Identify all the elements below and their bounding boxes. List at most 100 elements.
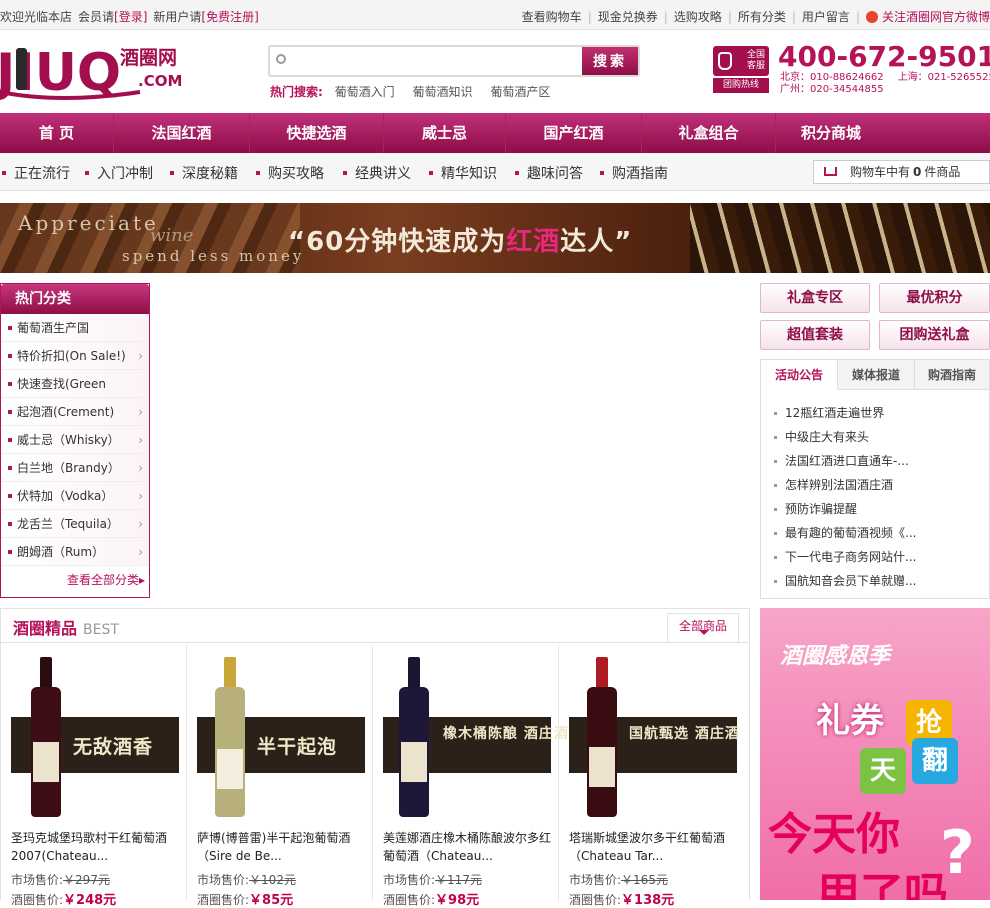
hot-search-item[interactable]: 葡萄酒产区: [490, 85, 550, 99]
banner-en-2: wine: [150, 225, 194, 246]
subnav-item[interactable]: 经典讲义: [343, 163, 411, 183]
ad-gift-text: 礼券: [816, 701, 884, 741]
promo-banner[interactable]: Appreciate wine spend less money “60分钟快速…: [0, 203, 990, 273]
chevron-right-icon: ›: [138, 461, 143, 475]
search-button[interactable]: 搜索: [582, 47, 638, 75]
top-bar-links: 查看购物车 | 现金兑换券 | 选购攻略 | 所有分类 | 用户留言 | 关注酒圈网官方微博: [521, 10, 990, 24]
category-item[interactable]: 白兰地（Brandy） ›: [1, 454, 149, 482]
category-item[interactable]: 伏特加（Vodka） ›: [1, 482, 149, 510]
product-card[interactable]: 橡木桶陈酿 酒庄酒 美莲娜酒庄橡木桶陈酿波尔多红葡萄酒（Chateau... 市…: [373, 645, 568, 908]
product-tag: 无敌酒香: [73, 736, 154, 758]
gift-zone-button[interactable]: 礼盒专区: [760, 283, 870, 313]
hot-search-item[interactable]: 葡萄酒知识: [412, 85, 472, 99]
nav-points-mall[interactable]: 积分商城: [776, 113, 886, 153]
shanghai-phone: 上海：021-52655251: [897, 72, 990, 83]
news-item[interactable]: 12瓶红酒走遍世界: [771, 401, 981, 425]
nav-home[interactable]: 首 页: [0, 113, 114, 153]
subnav-item[interactable]: 正在流行: [2, 163, 70, 183]
nav-french-wine[interactable]: 法国红酒: [114, 113, 250, 153]
product-card[interactable]: 半干起泡 萨博(博普雷)半干起泡葡萄酒（Sire de Be... 市场售价:￥…: [187, 645, 373, 908]
news-item[interactable]: 下一代电子商务网站什...: [771, 545, 981, 569]
category-item[interactable]: 特价折扣(On Sale!) ›: [1, 342, 149, 370]
our-price: 酒圈售价:￥98元: [383, 893, 480, 908]
product-card[interactable]: 国航甄选 酒庄酒 塔瑞斯城堡波尔多干红葡萄酒（Chateau Tar... 市场…: [559, 645, 745, 908]
category-item[interactable]: 葡萄酒生产国: [1, 314, 149, 342]
login-link[interactable]: [登录]: [114, 10, 147, 24]
our-price: 酒圈售价:￥248元: [11, 893, 117, 908]
category-item[interactable]: 威士忌（Whisky） ›: [1, 426, 149, 454]
top-link-guide[interactable]: 选购攻略: [674, 10, 722, 24]
nav-quick-select[interactable]: 快捷选酒: [250, 113, 384, 153]
logo-bottle-icon: [16, 48, 27, 90]
search-input[interactable]: [292, 50, 577, 72]
product-name[interactable]: 萨博(博普雷)半干起泡葡萄酒（Sire de Be...: [197, 829, 367, 865]
hot-categories: 热门分类 葡萄酒生产国 特价折扣(On Sale!) › 快速查找(Green 起…: [0, 283, 150, 598]
hot-search-label: 热门搜索:: [270, 85, 323, 99]
category-item[interactable]: 朗姆酒（Rum） ›: [1, 538, 149, 566]
register-link[interactable]: [免费注册]: [201, 10, 258, 24]
category-item[interactable]: 龙舌兰（Tequila） ›: [1, 510, 149, 538]
chevron-right-icon: ›: [138, 405, 143, 419]
city-phones: 北京：010-88624662 上海：021-52655251 广州：020-34…: [780, 72, 990, 96]
product-tag: 国航甄选 酒庄酒: [629, 726, 740, 742]
product-image[interactable]: 无敌酒香: [11, 657, 179, 817]
top-link-cart[interactable]: 查看购物车: [522, 10, 582, 24]
product-image[interactable]: 半干起泡: [197, 657, 365, 817]
member-prefix: 会员请: [78, 10, 115, 24]
news-item[interactable]: 怎样辨别法国酒庄酒: [771, 473, 981, 497]
view-all-categories-link[interactable]: 查看全部分类▸: [67, 571, 145, 588]
chevron-right-icon: ›: [138, 349, 143, 363]
search-icon: [276, 54, 286, 64]
subnav-item[interactable]: 趣味问答: [515, 163, 583, 183]
product-name[interactable]: 圣玛克城堡玛歌村干红葡萄酒2007(Chateau...: [11, 829, 181, 865]
market-price: 市场售价:￥117元: [383, 873, 482, 887]
promo-ad[interactable]: 酒圈感恩季 礼券 抢 天 翻 今天你 用了吗 ?: [760, 608, 990, 900]
ad-headline: 酒圈感恩季: [780, 644, 891, 669]
news-item[interactable]: 法国红酒进口直通车-...: [771, 449, 981, 473]
hot-search-item[interactable]: 葡萄酒入门: [335, 85, 395, 99]
weibo-icon: [865, 11, 878, 23]
news-list: 12瓶红酒走遍世界 中级庄大有来头 法国红酒进口直通车-... 怎样辨别法国酒庄…: [771, 401, 981, 593]
cart-icon: [824, 167, 837, 176]
product-image[interactable]: 橡木桶陈酿 酒庄酒: [383, 657, 568, 817]
top-link-message[interactable]: 用户留言: [802, 10, 850, 24]
tab-buying-guide[interactable]: 购酒指南: [915, 360, 989, 390]
news-item[interactable]: 国航知音会员下单就赠...: [771, 569, 981, 593]
product-name[interactable]: 美莲娜酒庄橡木桶陈酿波尔多红葡萄酒（Chateau...: [383, 829, 553, 865]
best-points-button[interactable]: 最优积分: [879, 283, 990, 313]
subnav-item[interactable]: 购酒指南: [600, 163, 668, 183]
product-image[interactable]: 国航甄选 酒庄酒: [569, 657, 740, 817]
ad-question-mark: ?: [940, 818, 975, 888]
nav-whisky[interactable]: 威士忌: [384, 113, 506, 153]
subnav-item[interactable]: 深度秘籍: [170, 163, 238, 183]
chevron-right-icon: ›: [138, 489, 143, 503]
value-package-button[interactable]: 超值套装: [760, 320, 870, 350]
product-card[interactable]: 无敌酒香 圣玛克城堡玛歌村干红葡萄酒2007(Chateau... 市场售价:￥…: [1, 645, 187, 908]
top-bar: 欢迎光临本店 会员请[登录] 新用户请[免费注册] 查看购物车 | 现金兑换券 | 选购攻略…: [0, 0, 990, 30]
category-item[interactable]: 起泡酒(Crement) ›: [1, 398, 149, 426]
cart-summary[interactable]: 购物车中有 0 件商品: [813, 160, 990, 184]
tab-media[interactable]: 媒体报道: [838, 360, 915, 390]
site-logo[interactable]: JIUQ 酒圈网 .COM: [0, 40, 185, 103]
subnav-item[interactable]: 购买攻略: [256, 163, 324, 183]
nav-domestic-wine[interactable]: 国产红酒: [506, 113, 642, 153]
category-item[interactable]: 快速查找(Green: [1, 370, 149, 398]
top-link-voucher[interactable]: 现金兑换券: [598, 10, 658, 24]
nav-gift-box[interactable]: 礼盒组合: [642, 113, 776, 153]
group-gift-button[interactable]: 团购送礼盒: [879, 320, 990, 350]
news-item[interactable]: 最有趣的葡萄酒视频《...: [771, 521, 981, 545]
market-price: 市场售价:￥102元: [197, 873, 296, 887]
hotline-badge: 全国 客服 团购热线: [713, 46, 769, 94]
tab-announcements[interactable]: 活动公告: [761, 360, 838, 390]
hot-categories-title: 热门分类: [1, 284, 149, 314]
top-link-categories[interactable]: 所有分类: [738, 10, 786, 24]
weibo-link[interactable]: 关注酒圈网官方微博: [882, 10, 990, 24]
new-user-prefix: 新用户请: [153, 10, 202, 24]
subnav-item[interactable]: 精华知识: [429, 163, 497, 183]
guangzhou-phone: 广州：020-34544855: [780, 84, 884, 95]
news-item[interactable]: 中级庄大有来头: [771, 425, 981, 449]
all-products-tab[interactable]: 全部商品: [667, 613, 739, 643]
product-name[interactable]: 塔瑞斯城堡波尔多干红葡萄酒（Chateau Tar...: [569, 829, 739, 865]
news-item[interactable]: 预防诈骗提醒: [771, 497, 981, 521]
subnav-item[interactable]: 入门冲制: [85, 163, 153, 183]
